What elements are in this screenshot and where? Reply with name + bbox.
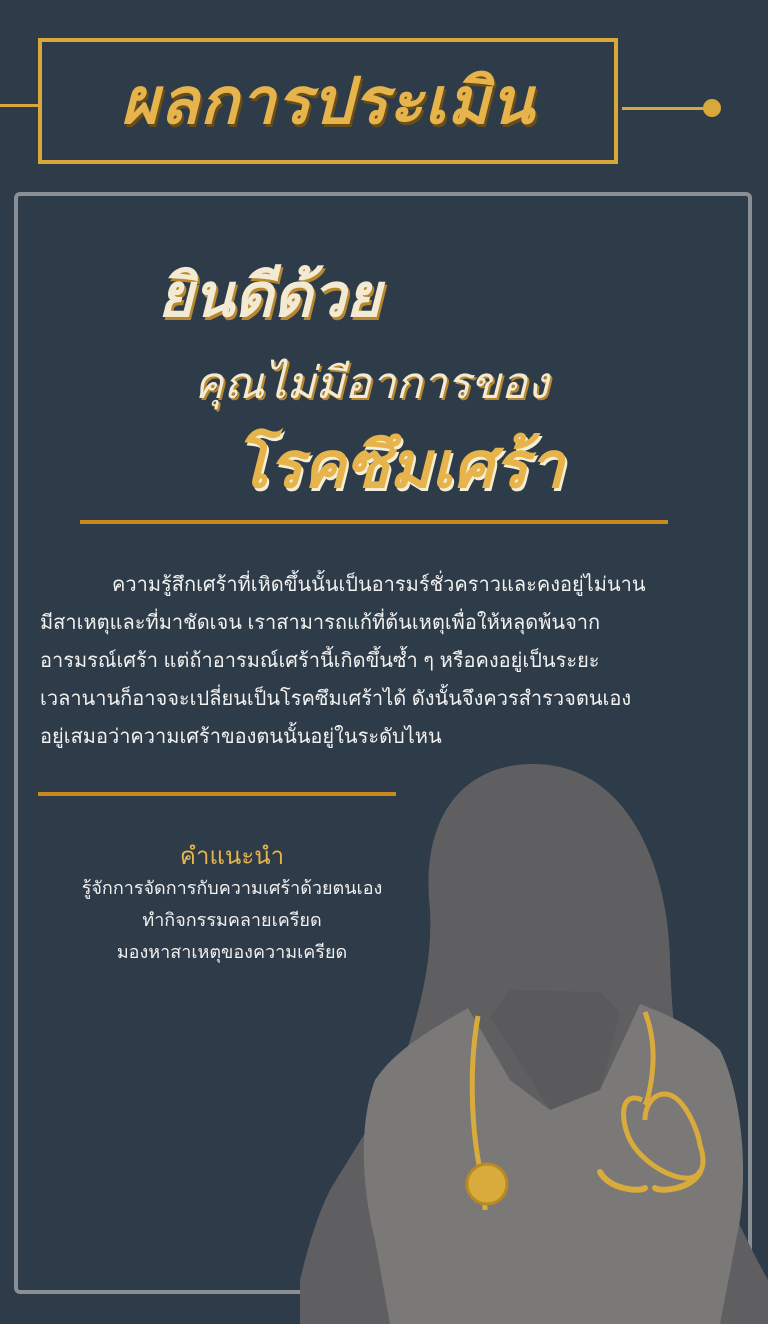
- stethoscope-chestpiece: [465, 1162, 509, 1206]
- disease-name: โรคซึมเศร้า: [234, 429, 564, 503]
- header-dot: [703, 99, 721, 117]
- congrats-heading: ยินดีด้วย: [158, 261, 381, 331]
- no-symptoms-text: คุณไม่มีอาการของ: [194, 358, 549, 409]
- divider-top: [80, 520, 668, 524]
- header-line-left: [0, 104, 40, 107]
- doctor-silhouette-illustration: [300, 763, 768, 1324]
- header-banner: ผลการประเมิน: [38, 38, 618, 164]
- description-paragraph: ความรู้สึกเศร้าที่เหิดขึ้นนั้นเป็นอารมร์…: [40, 574, 646, 748]
- page-title: ผลการประเมิน: [121, 65, 535, 139]
- header-line-right: [622, 107, 712, 110]
